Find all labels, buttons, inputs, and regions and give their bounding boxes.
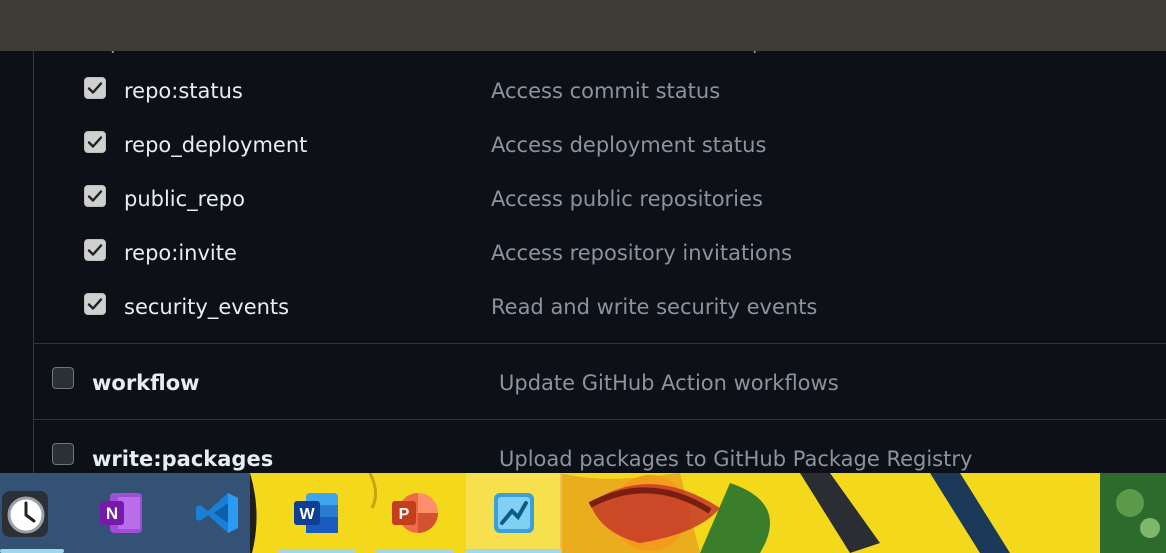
checkbox-repo-deployment[interactable]: [84, 131, 106, 153]
scope-name: repo:invite: [124, 241, 237, 265]
onenote-letter: N: [106, 504, 118, 523]
checkmark-icon: [87, 82, 103, 94]
scope-description: Access commit status: [491, 79, 721, 103]
browser-top-bar: [0, 0, 1166, 51]
word-letter: W: [299, 506, 315, 523]
checkbox-workflow[interactable]: [52, 367, 74, 389]
checkmark-icon: [87, 298, 103, 310]
taskbar-app-powerpoint[interactable]: P: [376, 473, 456, 553]
remote-desktop-icon: [494, 493, 534, 533]
checkbox-security-events[interactable]: [84, 293, 106, 315]
running-indicator: [466, 549, 562, 553]
scope-name: public_repo: [124, 187, 245, 211]
clipped-scope-name: j: [110, 51, 116, 53]
scope-description: Access deployment status: [491, 133, 767, 157]
scope-description: Access repository invitations: [491, 241, 793, 265]
clock-icon: [2, 491, 48, 537]
running-indicator: [376, 549, 454, 553]
taskbar-app-word[interactable]: W: [276, 473, 358, 553]
scope-name: write:packages: [92, 447, 274, 471]
taskbar-app-onenote[interactable]: N: [88, 473, 176, 553]
checkmark-icon: [87, 244, 103, 256]
scope-divider: [33, 343, 1166, 344]
taskbar-app-remote-desktop[interactable]: [466, 473, 562, 553]
word-icon: W: [294, 493, 338, 533]
vscode-icon: [196, 493, 238, 533]
powerpoint-icon: P: [392, 493, 438, 533]
scope-description: Read and write security events: [491, 295, 818, 319]
checkmark-icon: [87, 190, 103, 202]
taskbar-app-vscode[interactable]: [176, 473, 264, 553]
running-indicator: [278, 549, 356, 553]
checkbox-repo-status[interactable]: [84, 77, 106, 99]
checkbox-repo-invite[interactable]: [84, 239, 106, 261]
clipped-scope-description: ʃ: [752, 51, 759, 53]
taskbar-app-clock[interactable]: [0, 473, 64, 553]
powerpoint-letter: P: [399, 506, 410, 523]
scope-name: workflow: [92, 371, 200, 395]
scope-name: security_events: [124, 295, 290, 319]
taskbar: N W P: [0, 473, 1166, 553]
scope-group-border: [33, 51, 34, 473]
running-indicator: [0, 549, 64, 553]
scope-description: Update GitHub Action workflows: [499, 371, 839, 395]
scope-description: Access public repositories: [491, 187, 763, 211]
scope-description: Upload packages to GitHub Package Regist…: [499, 447, 973, 471]
token-scopes-panel: j ʃ repo:status Access commit status rep…: [0, 51, 1166, 473]
scope-name: repo:status: [124, 79, 243, 103]
onenote-icon: N: [100, 493, 142, 533]
checkmark-icon: [87, 136, 103, 148]
checkbox-public-repo[interactable]: [84, 185, 106, 207]
scope-divider: [33, 419, 1166, 420]
scope-name: repo_deployment: [124, 133, 308, 157]
checkbox-write-packages[interactable]: [52, 443, 74, 465]
